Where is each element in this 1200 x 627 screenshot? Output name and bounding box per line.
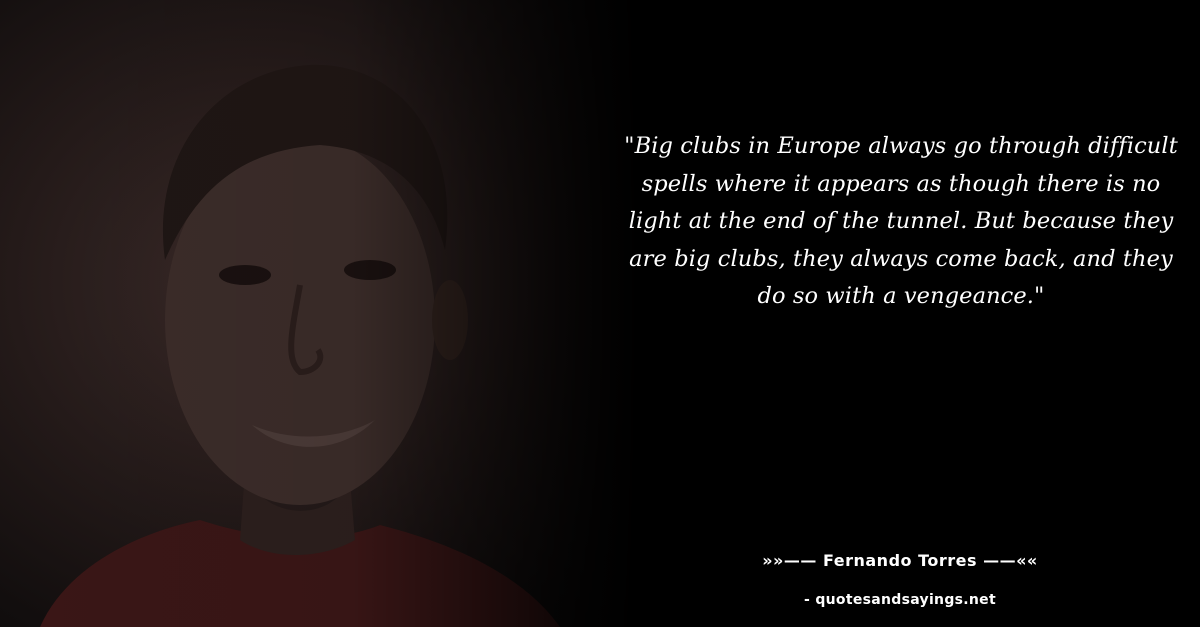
source-line: - quotesandsayings.net <box>804 592 996 608</box>
portrait-photo <box>0 0 640 627</box>
photo-fade-overlay <box>0 0 640 627</box>
quote-text: "Big clubs in Europe always go through d… <box>624 133 1178 309</box>
author-line: »»—— Fernando Torres ——«« <box>762 551 1038 570</box>
quote-card: "Big clubs in Europe always go through d… <box>0 0 1200 627</box>
